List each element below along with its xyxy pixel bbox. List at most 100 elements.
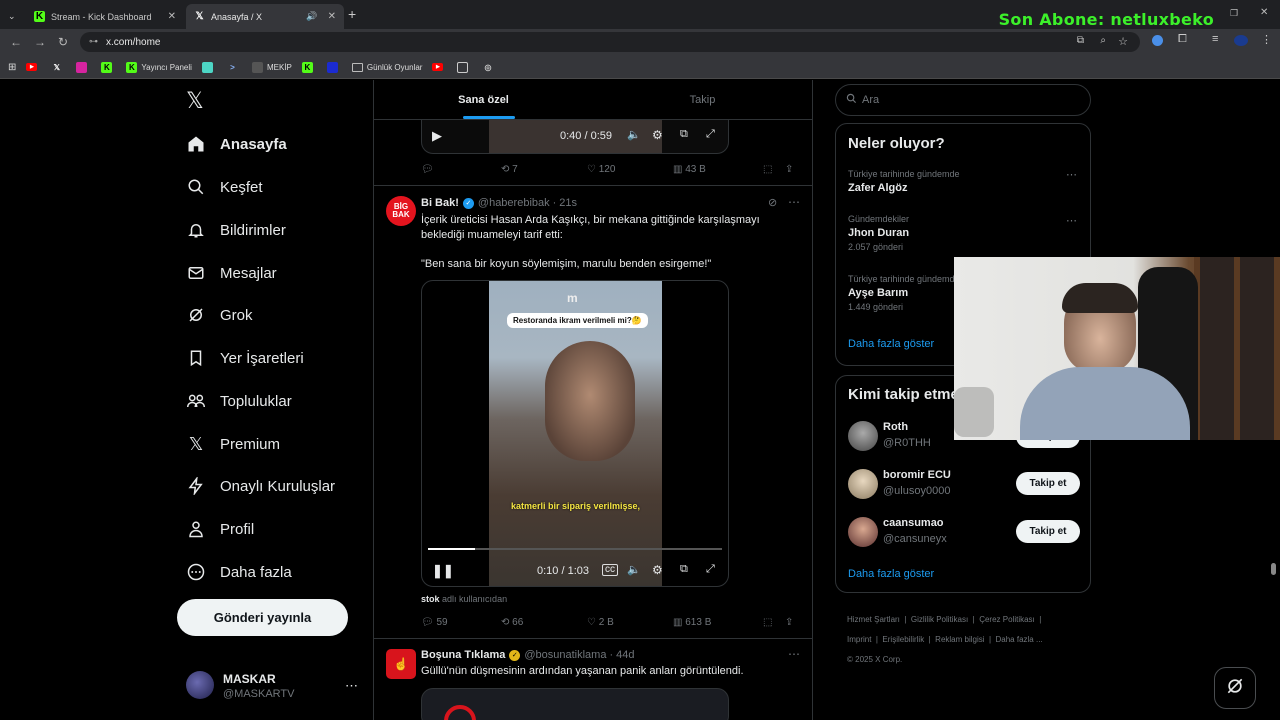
instagram-bookmark[interactable] <box>76 61 91 73</box>
previous-video-player[interactable]: ▶ 0:40 / 0:59 🔈 ⚙ ⧉ ⤢ <box>421 120 729 154</box>
grok-floating-button[interactable] <box>1214 667 1256 709</box>
extensions-puzzle-icon[interactable]: ⧠ <box>1178 33 1187 46</box>
trend-more-icon[interactable]: ⋯ <box>1066 214 1077 227</box>
tweet-more-icon[interactable]: ⋯ <box>788 647 800 661</box>
tweet-video-player[interactable]: m Restoranda ikram verilmeli mi?🤔 katmer… <box>421 280 729 587</box>
settings-icon[interactable]: ⚙ <box>652 128 663 142</box>
follow-button[interactable]: Takip et <box>1016 472 1080 495</box>
bookmark-gunluk-oyunlar[interactable]: Günlük Oyunlar <box>351 62 422 72</box>
trend-item[interactable]: Gündemdekiler Jhon Duran 2.057 gönderi <box>848 214 1078 252</box>
settings-icon[interactable]: ⚙ <box>652 563 663 577</box>
blue-bookmark[interactable] <box>326 61 342 73</box>
avatar[interactable] <box>848 421 878 451</box>
tab-search-button[interactable]: ⌄ <box>4 4 24 29</box>
like-button[interactable]: ♡ 120 <box>587 164 673 175</box>
avatar[interactable] <box>186 671 214 699</box>
captions-icon[interactable]: cc <box>602 564 618 576</box>
suggested-user-name[interactable]: Roth <box>883 421 908 433</box>
show-more-follow-link[interactable]: Daha fazla göster <box>848 568 934 580</box>
reading-list-icon[interactable]: ≡ <box>1212 33 1218 45</box>
sidebar-item-bookmarks[interactable]: Yer İşaretleri <box>186 348 304 368</box>
reply-button[interactable]: 💬︎ 59 <box>421 617 501 628</box>
bookmark-mekip[interactable]: MEKİP <box>251 61 292 73</box>
bookmark-icon[interactable]: ⬚ <box>763 164 785 175</box>
sidebar-item-profile[interactable]: Profil <box>186 519 254 539</box>
footer-link[interactable]: Reklam bilgisi <box>935 635 984 644</box>
fullscreen-icon[interactable]: ⤢ <box>706 128 715 141</box>
tweet-author-name[interactable]: Bi Bak! <box>421 197 459 209</box>
account-menu-icon[interactable]: ⋯ <box>345 678 358 694</box>
profile-avatar-icon[interactable] <box>1234 35 1248 46</box>
sidebar-item-explore[interactable]: Keşfet <box>186 177 263 197</box>
footer-link[interactable]: Daha fazla ... <box>996 635 1043 644</box>
x-bookmark[interactable]: 𝕏 <box>51 62 66 73</box>
youtube-bookmark-2[interactable]: ▶ <box>432 63 447 71</box>
fullscreen-icon[interactable]: ⤢ <box>706 563 715 576</box>
youtube-bookmark[interactable]: ▶ <box>26 63 41 71</box>
zoom-icon[interactable]: ⌕ <box>1100 35 1106 46</box>
avatar[interactable] <box>848 469 878 499</box>
globe-bookmark[interactable]: ◎ <box>482 62 497 73</box>
footer-link[interactable]: Gizlilik Politikası <box>911 615 968 624</box>
tweet-media[interactable] <box>421 688 729 720</box>
bookmark-arrow[interactable]: > <box>227 62 242 73</box>
post-button[interactable]: Gönderi yayınla <box>177 599 348 636</box>
sidebar-item-premium[interactable]: 𝕏 Premium <box>186 434 280 455</box>
trend-item[interactable]: Türkiye tarihinde gündemde Zafer Algöz <box>848 169 1078 194</box>
views-button[interactable]: ▥ 613 B <box>673 617 763 628</box>
tab-for-you[interactable]: Sana özel <box>374 80 593 120</box>
close-window-icon[interactable]: ✕ <box>1260 7 1268 18</box>
image-bookmark[interactable] <box>457 61 472 73</box>
tab-following[interactable]: Takip <box>593 80 812 120</box>
tweet-more-icon[interactable]: ⋯ <box>788 195 800 209</box>
close-tab-icon[interactable]: ✕ <box>168 11 176 22</box>
extension-icon[interactable] <box>1152 35 1163 46</box>
bookmark-chat[interactable] <box>201 61 217 73</box>
repost-button[interactable]: ⟲ 66 <box>501 617 587 628</box>
sidebar-item-grok[interactable]: Grok <box>186 305 253 325</box>
footer-link[interactable]: Imprint <box>847 635 871 644</box>
bosuna-tiklama-avatar[interactable]: ☝ <box>386 649 416 679</box>
bookmark-yayinci-paneli[interactable]: K Yayıncı Paneli <box>126 61 192 73</box>
sidebar-item-home[interactable]: Anasayfa <box>186 134 287 154</box>
bookmark-icon[interactable]: ⬚ <box>763 617 785 628</box>
play-icon[interactable]: ▶ <box>432 128 442 144</box>
share-icon[interactable]: ⇪ <box>785 164 793 175</box>
reload-icon[interactable]: ↻ <box>58 35 68 49</box>
repost-button[interactable]: ⟲ 7 <box>501 164 587 175</box>
footer-link[interactable]: Erişilebilirlik <box>882 635 924 644</box>
volume-icon[interactable]: 🔈 <box>627 128 641 141</box>
trend-more-icon[interactable]: ⋯ <box>1066 168 1077 181</box>
restore-window-icon[interactable]: ❐ <box>1230 8 1238 19</box>
tab-kick-dashboard[interactable]: K Stream - Kick Dashboard ✕ <box>26 4 184 29</box>
cast-icon[interactable]: ⧉ <box>1077 35 1084 46</box>
grok-explain-icon[interactable]: ⊘ <box>768 196 777 209</box>
new-tab-icon[interactable]: + <box>348 6 356 22</box>
apps-icon[interactable]: ⊞ <box>8 62 16 73</box>
bibak-avatar[interactable]: BİG BAK <box>386 196 416 226</box>
tab-x-home[interactable]: 𝕏 Anasayfa / X 🔊 ✕ <box>186 4 344 29</box>
volume-icon[interactable]: 🔈 <box>627 563 641 576</box>
tweet-author-handle[interactable]: @bosunatiklama <box>524 649 606 661</box>
close-tab-icon[interactable]: ✕ <box>328 11 336 22</box>
sidebar-item-messages[interactable]: Mesajlar <box>186 263 277 283</box>
search-input[interactable]: Ara <box>835 84 1091 116</box>
bookmark-star-icon[interactable]: ☆ <box>1118 35 1128 48</box>
sidebar-item-notifications[interactable]: Bildirimler <box>186 220 286 240</box>
forward-icon[interactable]: → <box>34 35 46 49</box>
show-more-trends-link[interactable]: Daha fazla göster <box>848 338 934 350</box>
site-info-icon[interactable]: ⊶ <box>89 36 98 47</box>
x-logo-icon[interactable]: 𝕏 <box>186 89 204 114</box>
sidebar-item-verified-orgs[interactable]: Onaylı Kuruluşlar <box>186 476 335 496</box>
video-progress-track[interactable] <box>428 548 722 550</box>
footer-link[interactable]: Çerez Politikası <box>979 615 1035 624</box>
kick-bookmark-2[interactable]: K <box>301 61 317 73</box>
tweet-time[interactable]: 44d <box>616 649 634 661</box>
sidebar-item-more[interactable]: Daha fazla <box>186 562 292 582</box>
audio-playing-icon[interactable]: 🔊 <box>306 11 317 22</box>
tweet-author-handle[interactable]: @haberebibak <box>478 197 550 209</box>
suggested-user-name[interactable]: caansumao <box>883 517 944 529</box>
video-source-user[interactable]: stok <box>421 594 440 604</box>
share-icon[interactable]: ⇪ <box>785 617 793 628</box>
like-button[interactable]: ♡ 2 B <box>587 617 673 628</box>
